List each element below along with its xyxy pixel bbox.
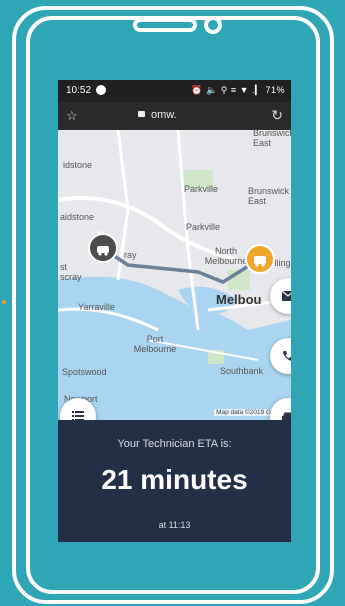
- map-label-brunswick-east-top: Brunswick East: [253, 128, 291, 148]
- map-label-scray: scray: [60, 272, 82, 282]
- eta-arrival-time: at 11:13: [158, 520, 191, 530]
- map-label-parkville: Parkville: [184, 184, 219, 194]
- map-view[interactable]: Brunswick East idstone Parkville Brunswi…: [58, 128, 291, 426]
- camera-icon: [204, 16, 222, 34]
- map-label-north-melbourne: North Melbourne: [204, 246, 248, 266]
- url-text[interactable]: omw.: [138, 109, 177, 121]
- car-icon: [97, 246, 109, 256]
- eta-label: Your Technician ETA is:: [117, 438, 232, 450]
- map-label-yarraville: Yarraville: [78, 302, 115, 312]
- map-label-parkville-2: Parkville: [186, 222, 221, 232]
- map-label-idstone: idstone: [63, 160, 93, 170]
- map-label-ray: ray: [124, 250, 137, 260]
- speaker-icon: [133, 18, 197, 32]
- map-label-aidstone: aidstone: [60, 212, 95, 222]
- reload-icon[interactable]: ↻: [271, 107, 283, 124]
- phone-screen: 10:52 ⏰ 🔈 ⚲ ≡ ▼ .▎ 71% ☆ omw. ↻ Brunswic…: [58, 80, 291, 542]
- phone-icon: [283, 351, 291, 361]
- status-indicators: ⏰ 🔈 ⚲ ≡ ▼ .▎ 71%: [191, 85, 285, 95]
- side-dot: [2, 300, 6, 304]
- marker-label: Job: [96, 231, 106, 237]
- map-label-st: st: [60, 262, 68, 272]
- map-label-melbourne: Melbou: [216, 292, 262, 307]
- car-icon: [254, 256, 266, 267]
- technician-marker[interactable]: [245, 244, 275, 274]
- url-value: omw.: [151, 109, 177, 121]
- eta-value: 21 minutes: [101, 464, 248, 495]
- mail-icon: [282, 291, 291, 301]
- map-label-southbank: Southbank: [220, 366, 264, 376]
- status-bar: 10:52 ⏰ 🔈 ⚲ ≡ ▼ .▎ 71%: [58, 80, 291, 102]
- map-label-spotswood: Spotswood: [62, 367, 107, 377]
- job-location-marker[interactable]: Job: [88, 231, 118, 263]
- status-time: 10:52: [66, 85, 92, 96]
- notification-icon: [96, 85, 106, 95]
- eta-panel: Your Technician ETA is: 21 minutes at 11…: [58, 420, 291, 542]
- browser-bar: ☆ omw. ↻: [58, 102, 291, 130]
- star-icon[interactable]: ☆: [66, 108, 78, 124]
- lock-icon: [138, 111, 145, 117]
- map-label-port-melbourne: Port Melbourne: [133, 334, 177, 354]
- map-label-brunswick-east: Brunswick East: [248, 186, 290, 206]
